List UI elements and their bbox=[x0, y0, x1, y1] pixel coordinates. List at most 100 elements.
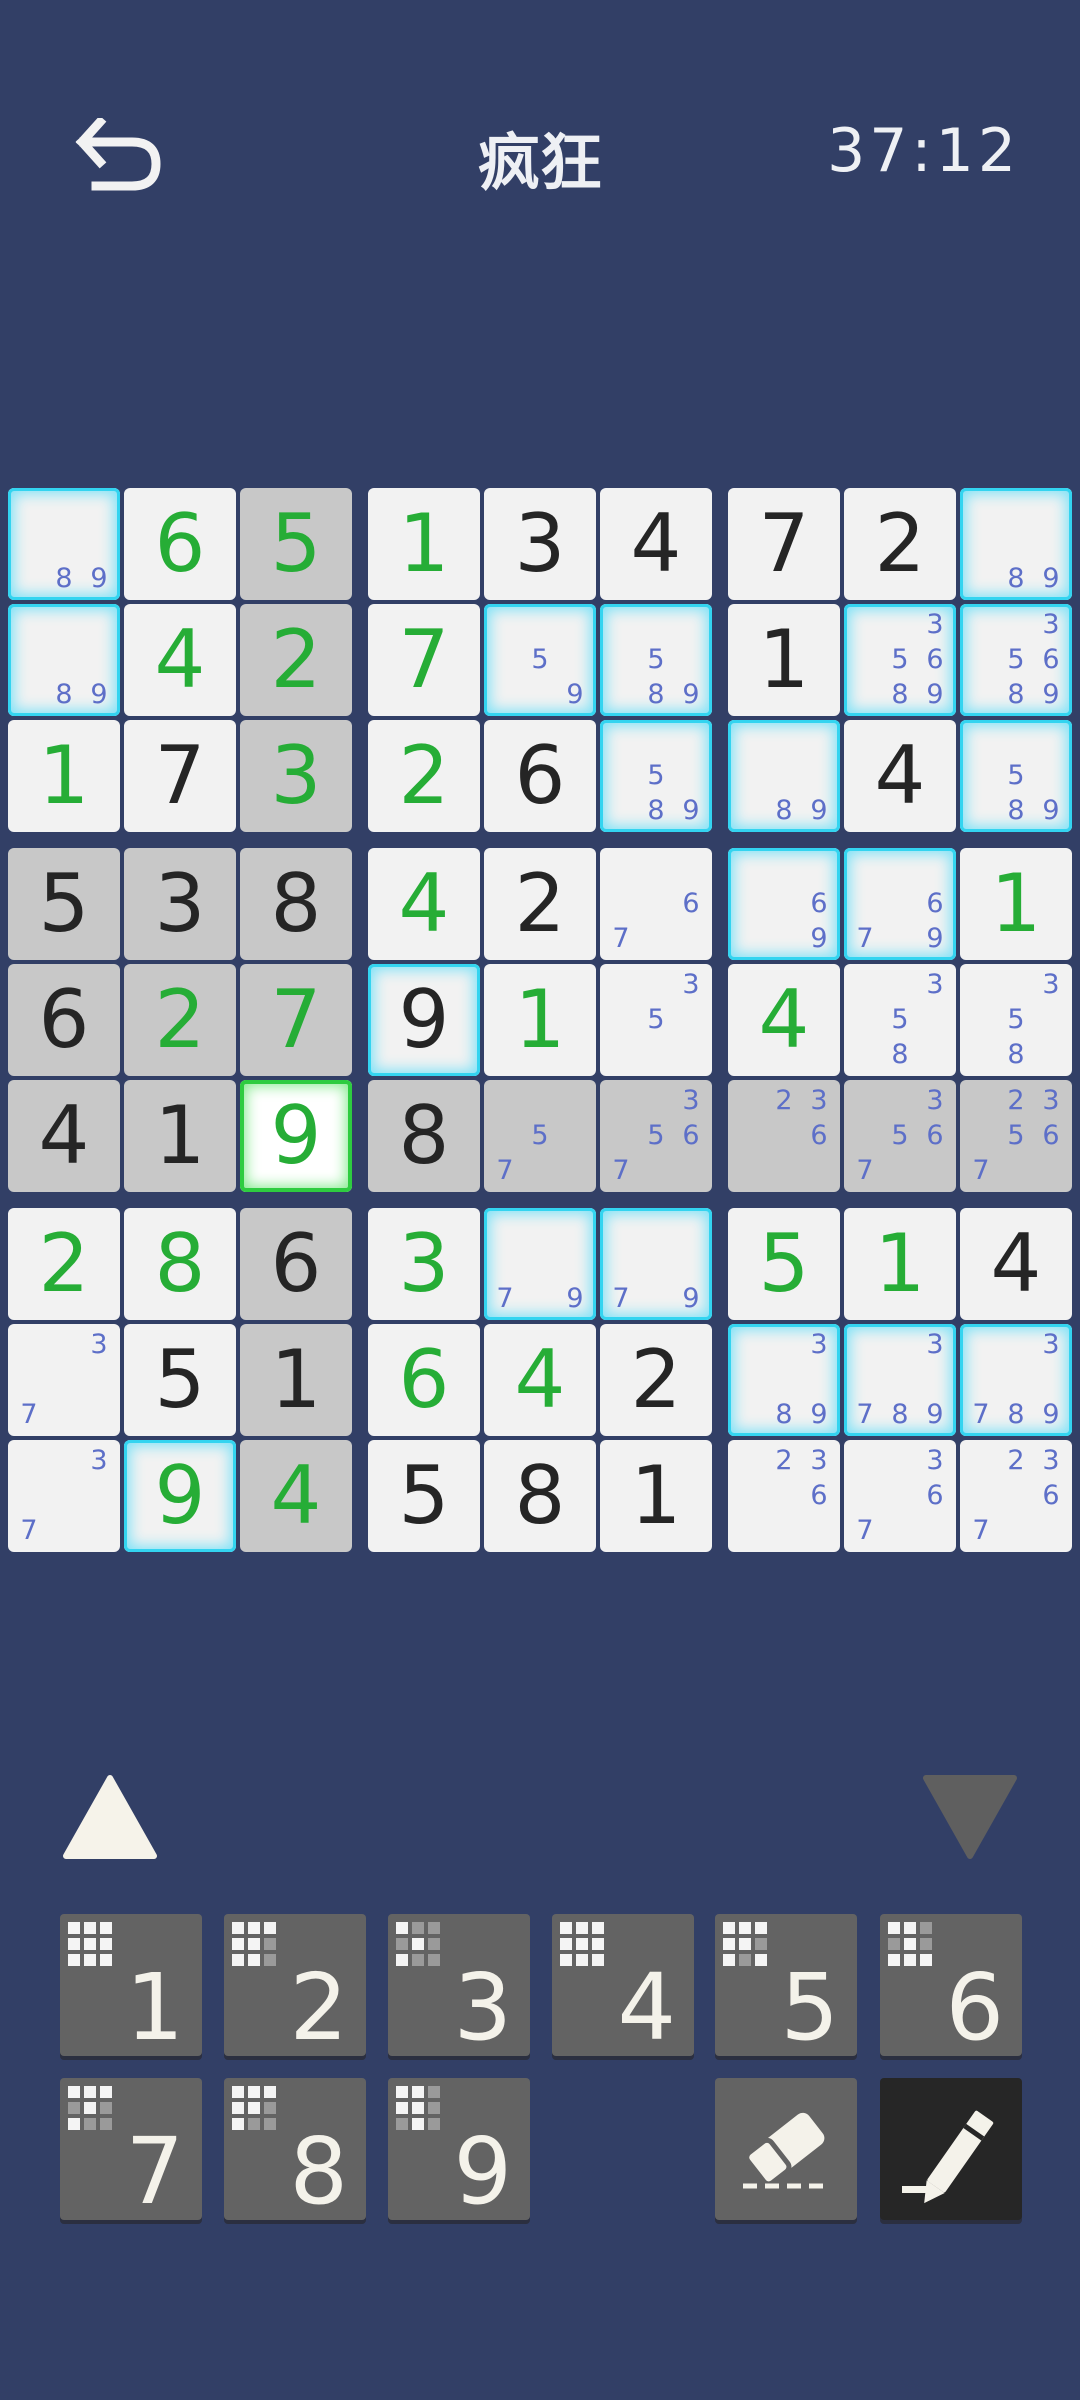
sudoku-cell[interactable]: 4 bbox=[124, 604, 236, 716]
sudoku-cell[interactable]: 1 bbox=[240, 1324, 352, 1436]
sudoku-cell[interactable]: 3 89 bbox=[728, 1324, 840, 1436]
sudoku-cell[interactable]: 35689 bbox=[844, 604, 956, 716]
sudoku-cell[interactable]: 23 6 7 bbox=[960, 1440, 1072, 1552]
sudoku-cell[interactable]: 57 bbox=[484, 1080, 596, 1192]
sudoku-cell[interactable]: 4 bbox=[960, 1208, 1072, 1320]
sudoku-cell[interactable]: 8 bbox=[368, 1080, 480, 1192]
number-button-label: 7 bbox=[125, 2118, 184, 2225]
sudoku-cell[interactable]: 5 bbox=[240, 488, 352, 600]
sudoku-cell[interactable]: 79 bbox=[484, 1208, 596, 1320]
sudoku-cell[interactable]: 3 789 bbox=[960, 1324, 1072, 1436]
sudoku-cell[interactable]: 2 bbox=[600, 1324, 712, 1436]
sudoku-cell[interactable]: 4 bbox=[728, 964, 840, 1076]
sudoku-cell[interactable]: 6 bbox=[484, 720, 596, 832]
sudoku-cell[interactable]: 3 bbox=[124, 848, 236, 960]
sudoku-cell[interactable]: 9 bbox=[124, 1440, 236, 1552]
sudoku-cell[interactable]: 356 7 bbox=[844, 1080, 956, 1192]
number-button-9[interactable]: 9 bbox=[388, 2078, 530, 2220]
sudoku-cell[interactable]: 89 bbox=[8, 604, 120, 716]
sudoku-cell[interactable]: 3 789 bbox=[844, 1324, 956, 1436]
sudoku-cell[interactable]: 4 bbox=[484, 1324, 596, 1436]
sudoku-cell[interactable]: 4 bbox=[368, 848, 480, 960]
sudoku-cell[interactable]: 5 bbox=[8, 848, 120, 960]
sudoku-cell[interactable]: 1 bbox=[844, 1208, 956, 1320]
sudoku-cell[interactable]: 35 8 bbox=[844, 964, 956, 1076]
sudoku-cell[interactable]: 1 bbox=[124, 1080, 236, 1192]
sudoku-cell[interactable]: 23 6 bbox=[728, 1080, 840, 1192]
sudoku-cell[interactable]: 356 7 bbox=[600, 1080, 712, 1192]
eraser-button[interactable] bbox=[715, 2078, 857, 2220]
sudoku-cell[interactable]: 3 6 7 bbox=[844, 1440, 956, 1552]
sudoku-cell[interactable]: 2 bbox=[368, 720, 480, 832]
sudoku-cell[interactable]: 5 89 bbox=[600, 604, 712, 716]
sudoku-cell[interactable]: 67 bbox=[600, 848, 712, 960]
sudoku-cell[interactable]: 69 bbox=[728, 848, 840, 960]
sudoku-cell[interactable]: 1 bbox=[728, 604, 840, 716]
number-button-3[interactable]: 3 bbox=[388, 1914, 530, 2056]
sudoku-cell[interactable]: 89 bbox=[8, 488, 120, 600]
sudoku-cell[interactable]: 9 bbox=[240, 1080, 352, 1192]
sudoku-cell[interactable]: 5 89 bbox=[960, 720, 1072, 832]
sudoku-cell[interactable]: 6 bbox=[124, 488, 236, 600]
sudoku-cell[interactable]: 89 bbox=[960, 488, 1072, 600]
sudoku-cell[interactable]: 2 bbox=[240, 604, 352, 716]
sudoku-cell[interactable]: 5 89 bbox=[600, 720, 712, 832]
sudoku-cell[interactable]: 2 bbox=[844, 488, 956, 600]
sudoku-cell[interactable]: 6 7 9 bbox=[844, 848, 956, 960]
number-button-6[interactable]: 6 bbox=[880, 1914, 1022, 2056]
sudoku-cell[interactable]: 37 bbox=[8, 1324, 120, 1436]
pencil-notes-button[interactable] bbox=[880, 2078, 1022, 2220]
sudoku-cell[interactable]: 23 6 bbox=[728, 1440, 840, 1552]
sudoku-cell[interactable]: 2 bbox=[8, 1208, 120, 1320]
sudoku-cell[interactable]: 4 bbox=[8, 1080, 120, 1192]
sudoku-cell[interactable]: 37 bbox=[8, 1440, 120, 1552]
pencil-note: 8 bbox=[775, 795, 793, 826]
number-button-1[interactable]: 1 bbox=[60, 1914, 202, 2056]
sudoku-cell[interactable]: 59 bbox=[484, 604, 596, 716]
sudoku-cell[interactable]: 4 bbox=[600, 488, 712, 600]
sudoku-cell[interactable]: 6 bbox=[8, 964, 120, 1076]
sudoku-cell[interactable]: 5 bbox=[368, 1440, 480, 1552]
sudoku-cell[interactable]: 5 bbox=[728, 1208, 840, 1320]
number-button-2[interactable]: 2 bbox=[224, 1914, 366, 2056]
sudoku-cell[interactable]: 4 bbox=[844, 720, 956, 832]
sudoku-cell[interactable]: 89 bbox=[728, 720, 840, 832]
sudoku-cell[interactable]: 6 bbox=[240, 1208, 352, 1320]
sudoku-cell[interactable]: 6 bbox=[368, 1324, 480, 1436]
sudoku-cell[interactable]: 2 bbox=[484, 848, 596, 960]
down-arrow-button[interactable] bbox=[920, 1772, 1020, 1866]
sudoku-cell[interactable]: 2 bbox=[124, 964, 236, 1076]
sudoku-cell[interactable]: 8 bbox=[484, 1440, 596, 1552]
digit-progress-grid-icon bbox=[396, 2086, 442, 2132]
sudoku-cell[interactable]: 1 bbox=[960, 848, 1072, 960]
sudoku-cell[interactable]: 5 bbox=[124, 1324, 236, 1436]
sudoku-cell[interactable]: 8 bbox=[124, 1208, 236, 1320]
sudoku-cell[interactable]: 4 bbox=[240, 1440, 352, 1552]
sudoku-cell[interactable]: 1 bbox=[8, 720, 120, 832]
sudoku-cell[interactable]: 3 bbox=[368, 1208, 480, 1320]
sudoku-cell[interactable]: 79 bbox=[600, 1208, 712, 1320]
sudoku-cell[interactable]: 9 bbox=[368, 964, 480, 1076]
sudoku-cell[interactable]: 1 bbox=[484, 964, 596, 1076]
sudoku-cell[interactable]: 2356 7 bbox=[960, 1080, 1072, 1192]
sudoku-cell[interactable]: 7 bbox=[728, 488, 840, 600]
number-button-7[interactable]: 7 bbox=[60, 2078, 202, 2220]
number-button-4[interactable]: 4 bbox=[552, 1914, 694, 2056]
number-button-5[interactable]: 5 bbox=[715, 1914, 857, 2056]
sudoku-cell[interactable]: 35689 bbox=[960, 604, 1072, 716]
sudoku-cell[interactable]: 7 bbox=[368, 604, 480, 716]
sudoku-cell[interactable]: 8 bbox=[240, 848, 352, 960]
sudoku-cell[interactable]: 1 bbox=[368, 488, 480, 600]
pencil-note: 9 bbox=[1042, 679, 1060, 710]
pencil-note: 7 bbox=[612, 1155, 630, 1186]
sudoku-cell[interactable]: 7 bbox=[240, 964, 352, 1076]
number-button-8[interactable]: 8 bbox=[224, 2078, 366, 2220]
up-arrow-button[interactable] bbox=[60, 1772, 160, 1866]
pencil-note: 7 bbox=[856, 923, 874, 954]
sudoku-cell[interactable]: 1 bbox=[600, 1440, 712, 1552]
sudoku-cell[interactable]: 7 bbox=[124, 720, 236, 832]
sudoku-cell[interactable]: 3 bbox=[484, 488, 596, 600]
sudoku-cell[interactable]: 35 8 bbox=[960, 964, 1072, 1076]
sudoku-cell[interactable]: 3 bbox=[240, 720, 352, 832]
sudoku-cell[interactable]: 35 bbox=[600, 964, 712, 1076]
